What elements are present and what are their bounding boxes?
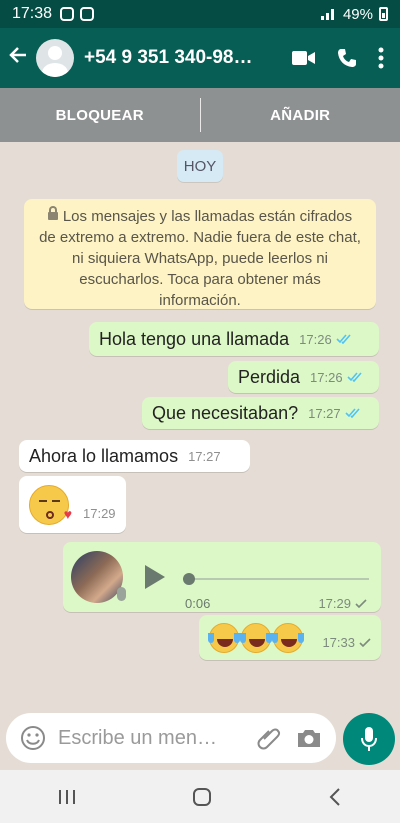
message-time: 17:27	[308, 405, 341, 421]
progress-track	[183, 578, 369, 580]
battery-icon	[379, 7, 388, 21]
contact-actions-bar: BLOQUEAR AÑADIR	[0, 88, 400, 142]
lock-icon	[47, 206, 58, 220]
add-contact-button[interactable]: AÑADIR	[201, 107, 400, 124]
status-time: 17:38	[12, 5, 53, 22]
composer-bar	[0, 708, 400, 770]
contact-avatar[interactable]	[36, 39, 74, 77]
voice-progress[interactable]: 0:06 17:29	[183, 548, 373, 611]
mic-icon	[361, 727, 377, 751]
progress-handle[interactable]	[183, 573, 195, 585]
recents-icon[interactable]	[57, 788, 77, 806]
block-button[interactable]: BLOQUEAR	[0, 107, 200, 124]
encryption-notice[interactable]: Los mensajes y las llamadas están cifrad…	[24, 199, 376, 309]
message-bubble-outgoing[interactable]: Hola tengo una llamada 17:26	[89, 322, 379, 356]
back-arrow-icon[interactable]	[0, 45, 36, 71]
contact-name[interactable]: +54 9 351 340-98…	[84, 47, 259, 69]
more-options-icon[interactable]	[378, 47, 384, 69]
message-text: Hola tengo una llamada	[99, 328, 290, 349]
back-nav-icon[interactable]	[327, 787, 343, 807]
double-check-icon	[345, 408, 360, 418]
battery-level: 49%	[342, 5, 373, 23]
voice-message-bubble[interactable]: 0:06 17:29	[63, 542, 381, 612]
mic-icon	[117, 587, 126, 601]
attach-icon[interactable]	[256, 725, 282, 751]
voice-sender-avatar	[71, 551, 126, 603]
message-time: 17:29	[83, 506, 116, 521]
double-check-icon	[347, 372, 362, 382]
home-icon[interactable]	[191, 786, 213, 808]
phone-call-icon[interactable]	[336, 47, 358, 69]
tears-of-joy-emoji-icon	[208, 622, 240, 653]
message-time: 17:33	[322, 635, 355, 650]
notification-icon-2	[80, 7, 95, 21]
message-bubble-outgoing[interactable]: Que necesitaban? 17:27	[142, 397, 379, 429]
kiss-emoji-icon: ♥	[29, 484, 72, 525]
emoji-icon[interactable]	[20, 725, 46, 751]
message-bubble-outgoing[interactable]: Perdida 17:26	[228, 361, 379, 393]
message-time: 17:26	[299, 331, 332, 347]
message-bubble-incoming-emoji[interactable]: ♥ 17:29	[19, 476, 126, 533]
message-input-container[interactable]	[6, 713, 336, 763]
chat-header: +54 9 351 340-98…	[0, 28, 400, 88]
status-bar: 17:38 49%	[0, 0, 400, 28]
system-nav-bar	[0, 770, 400, 823]
message-bubble-incoming[interactable]: Ahora lo llamamos 17:27	[19, 440, 250, 472]
date-chip: HOY	[177, 150, 223, 182]
record-voice-button[interactable]	[343, 713, 395, 765]
message-time: 17:27	[188, 448, 221, 464]
play-icon[interactable]	[145, 565, 165, 589]
message-text: Que necesitaban?	[152, 402, 299, 423]
message-text: Ahora lo llamamos	[29, 445, 179, 466]
tears-of-joy-emoji-icon	[240, 622, 272, 653]
single-check-icon	[359, 637, 371, 647]
voice-duration: 0:06	[185, 596, 211, 611]
tears-of-joy-emoji-icon	[272, 622, 304, 653]
signal-icon	[320, 9, 334, 20]
message-text: Perdida	[238, 366, 301, 387]
message-bubble-outgoing-emoji[interactable]: 17:33	[199, 615, 381, 660]
single-check-icon	[355, 598, 367, 608]
message-time: 17:26	[310, 369, 343, 385]
camera-icon[interactable]	[296, 727, 322, 749]
message-input[interactable]	[58, 726, 256, 750]
message-time: 17:29	[318, 596, 351, 611]
encryption-notice-text: Los mensajes y las llamadas están cifrad…	[39, 208, 361, 309]
notification-icon	[60, 7, 75, 21]
double-check-icon	[336, 334, 351, 344]
video-call-icon[interactable]	[292, 50, 316, 66]
